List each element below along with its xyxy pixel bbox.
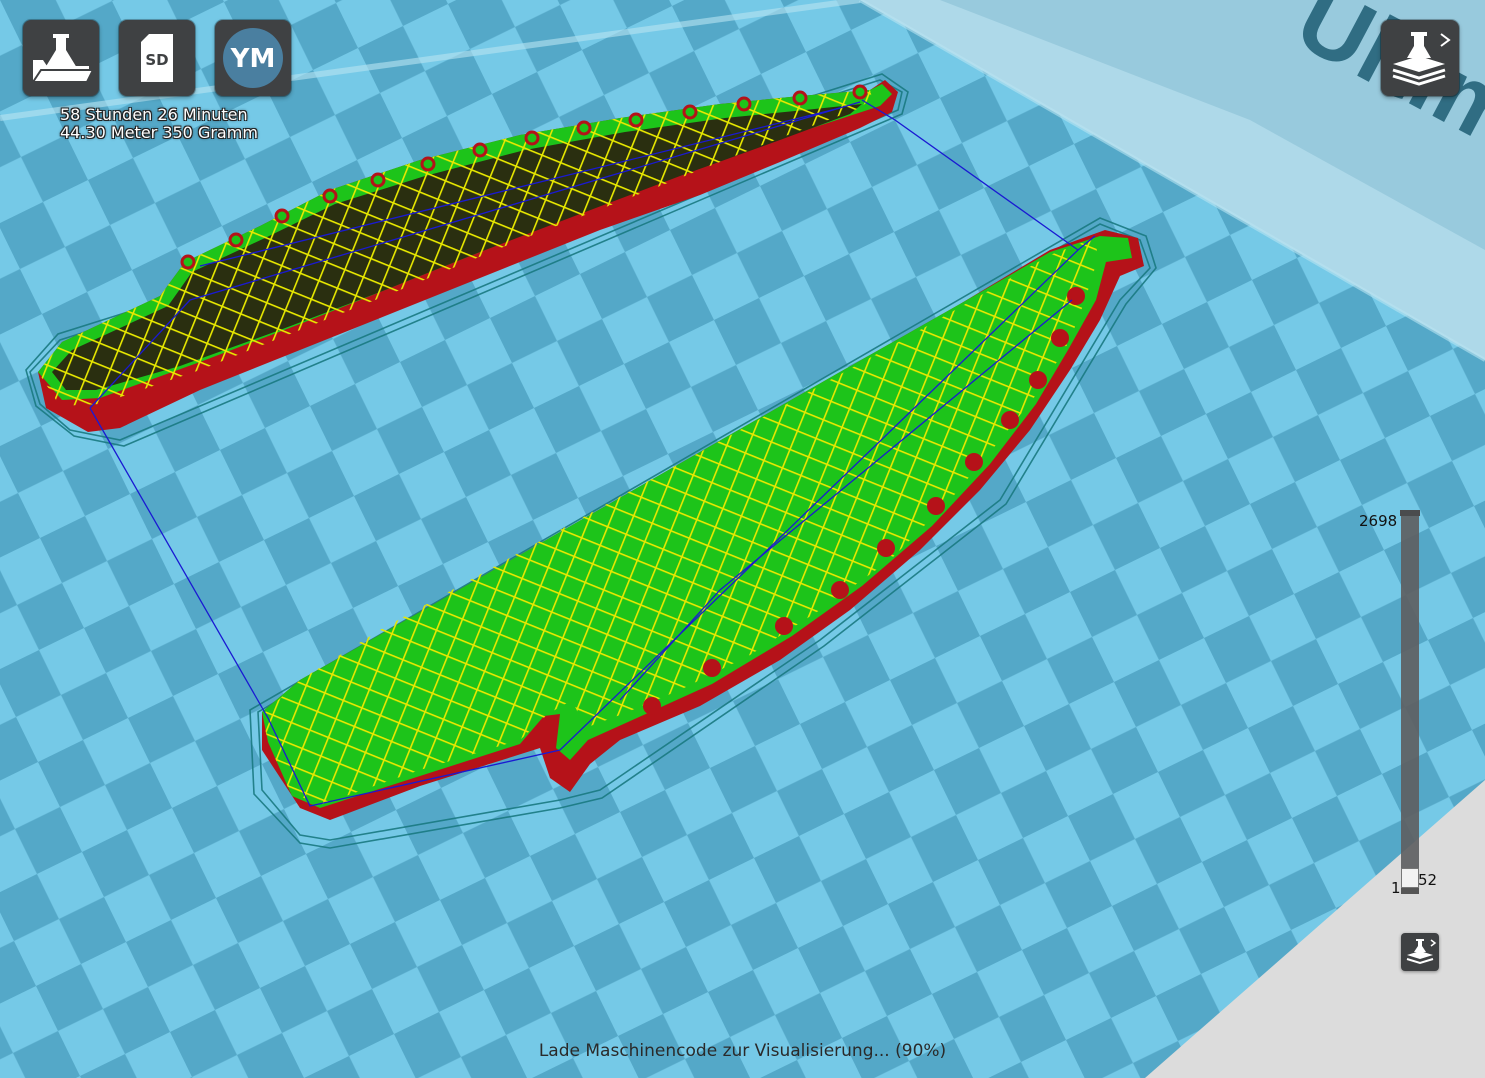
layer-slider-bottom (1401, 888, 1419, 894)
layer-slider-lower-handle[interactable] (1401, 868, 1419, 888)
save-to-sd-button[interactable]: SD (119, 20, 195, 96)
youmagine-button[interactable]: YM (215, 20, 291, 96)
3d-viewport[interactable]: Ultimaker (0, 0, 1485, 1078)
layer-view-button[interactable] (1401, 933, 1439, 971)
open-file-button[interactable] (23, 20, 99, 96)
layer-slider[interactable] (1400, 510, 1420, 894)
print-time-text: 58 Stunden 26 Minuten (60, 105, 248, 124)
print-material-text: 44.30 Meter 350 Gramm (60, 123, 258, 142)
layer-slider-upper-handle[interactable] (1400, 510, 1420, 516)
print-estimate-info: 58 Stunden 26 Minuten 44.30 Meter 350 Gr… (60, 106, 258, 142)
sd-card-icon: SD (141, 34, 173, 82)
youmagine-icon: YM (223, 28, 283, 88)
open-file-icon (31, 34, 95, 83)
status-message: Lade Maschinencode zur Visualisierung...… (538, 1041, 947, 1061)
layer-view-icon (1406, 939, 1437, 965)
view-mode-button[interactable] (1381, 20, 1459, 96)
layer-current-label: 52 (1418, 871, 1438, 889)
svg-text:YM: YM (230, 44, 276, 74)
layer-view-mode-icon (1392, 32, 1451, 86)
layer-min-label: 1 (1391, 879, 1401, 897)
svg-text:SD: SD (145, 51, 168, 69)
layer-slider-track[interactable] (1401, 510, 1419, 868)
layer-max-label: 2698 (1359, 512, 1398, 530)
